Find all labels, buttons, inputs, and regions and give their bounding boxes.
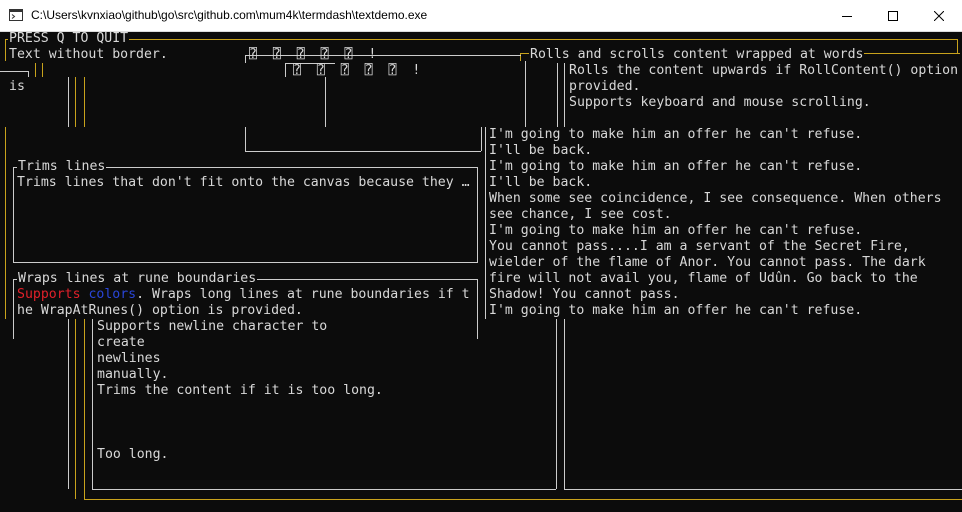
left-stub-top: [0, 71, 28, 72]
lower-left-line-4: [92, 319, 93, 489]
newline-line-4: manually.: [97, 367, 169, 382]
console-app-icon: [9, 9, 23, 21]
lower-left-line-3: [84, 319, 85, 499]
quote-line: wielder of the flame of Anor. You cannot…: [489, 255, 926, 270]
newline-line-3: newlines: [97, 351, 161, 366]
outer-frame-bottom: [84, 499, 962, 500]
rolls-line-2: provided.: [569, 79, 641, 94]
unicode-inner-left: [285, 63, 286, 77]
rolls-box-left: [525, 61, 526, 127]
lower-box-bottom: [92, 489, 556, 490]
wraps-box-title: Wraps lines at rune boundaries: [17, 271, 258, 287]
close-button[interactable]: [916, 0, 962, 31]
quote-line: When some see coincidence, I see consequ…: [489, 191, 942, 206]
quit-title: PRESS Q TO QUIT: [8, 32, 130, 47]
quote-line: You cannot pass....I am a servant of the…: [489, 239, 910, 254]
rolls-line-1: Rolls the content upwards if RollContent…: [569, 63, 959, 78]
lower-left-line-1: [68, 319, 69, 489]
unicode-inner-right: [325, 77, 326, 127]
trims-text: Trims lines that don't fit onto the canv…: [17, 175, 470, 190]
left-stub-side: [28, 71, 29, 77]
wraps-line-1: Supports colors. Wraps long lines at run…: [17, 287, 470, 303]
rolls-box-title: Rolls and scrolls content wrapped at wor…: [529, 47, 865, 63]
close-icon: [934, 10, 944, 21]
quote-line: I'm going to make him an offer he can't …: [489, 303, 863, 318]
quotes-panel[interactable]: I'm going to make him an offer he can't …: [489, 127, 959, 319]
unicode-lower-bottom: [245, 151, 481, 152]
newline-line-2: create: [97, 335, 145, 350]
window-title: C:\Users\kvnxiao\github\go\src\github.co…: [31, 8, 428, 22]
no-border-text: Text without border.: [9, 47, 168, 62]
lower-box-right: [556, 319, 557, 489]
wraps-red-text: Supports: [17, 287, 81, 302]
quote-line: I'll be back.: [489, 175, 593, 190]
lower-left-line-2: [75, 319, 76, 499]
mid-left-edge: [5, 127, 6, 319]
left-stub-yellow-b: [42, 63, 43, 77]
minimize-icon: [842, 15, 852, 17]
unicode-row-1: ⍰ ⍰ ⍰ ⍰ ⍰ !: [249, 47, 381, 62]
quote-line: see chance, I see cost.: [489, 207, 672, 222]
lower-right-box-bottom: [564, 489, 962, 490]
left-col-line-3: [84, 77, 85, 127]
outer-frame-left: [5, 39, 6, 61]
left-fragment-text: is: [9, 79, 25, 94]
newline-line-1: Supports newline character to: [97, 319, 328, 334]
window-title-bar[interactable]: C:\Users\kvnxiao\github\go\src\github.co…: [0, 0, 962, 32]
unicode-lower-right: [481, 127, 482, 151]
left-col-line-2: [75, 77, 76, 127]
lower-right-box-left: [564, 319, 565, 489]
left-col-line-1: [68, 77, 69, 127]
minimize-button[interactable]: [824, 0, 870, 31]
maximize-icon: [888, 10, 898, 21]
unicode-lower-left: [245, 127, 246, 151]
quote-line: Shadow! You cannot pass.: [489, 287, 680, 302]
rolls-line-3: Supports keyboard and mouse scrolling.: [569, 95, 871, 110]
unicode-box-left: [245, 55, 246, 63]
unicode-row-2: ⍰ ⍰ ⍰ ⍰ ⍰ !: [293, 63, 425, 78]
rolls-inner-line-b: [564, 63, 565, 127]
wraps-rest-text: . Wraps long lines at rune boundaries if…: [136, 287, 470, 302]
left-stub-yellow-a: [35, 63, 36, 77]
console-area[interactable]: PRESS Q TO QUIT Text without border. is …: [0, 32, 962, 512]
quote-line: I'm going to make him an offer he can't …: [489, 159, 863, 174]
newline-line-5: Trims the content if it is too long.: [97, 383, 383, 398]
quotes-box-left: [485, 127, 486, 319]
outer-frame-top: [5, 39, 957, 40]
wraps-line-2: he WrapAtRunes() option is provided.: [17, 303, 303, 318]
too-long-text: Too long.: [97, 447, 169, 462]
trims-box-title: Trims lines: [17, 159, 107, 175]
outer-frame-right: [957, 39, 958, 53]
rolls-inner-line-a: [557, 63, 558, 127]
quote-line: I'm going to make him an offer he can't …: [489, 127, 863, 142]
maximize-button[interactable]: [870, 0, 916, 31]
quote-line: I'm going to make him an offer he can't …: [489, 223, 863, 238]
wraps-blue-text: colors: [88, 287, 137, 302]
quote-line: I'll be back.: [489, 143, 593, 158]
quote-line: fire will not avail you, flame of Udûn. …: [489, 271, 918, 286]
